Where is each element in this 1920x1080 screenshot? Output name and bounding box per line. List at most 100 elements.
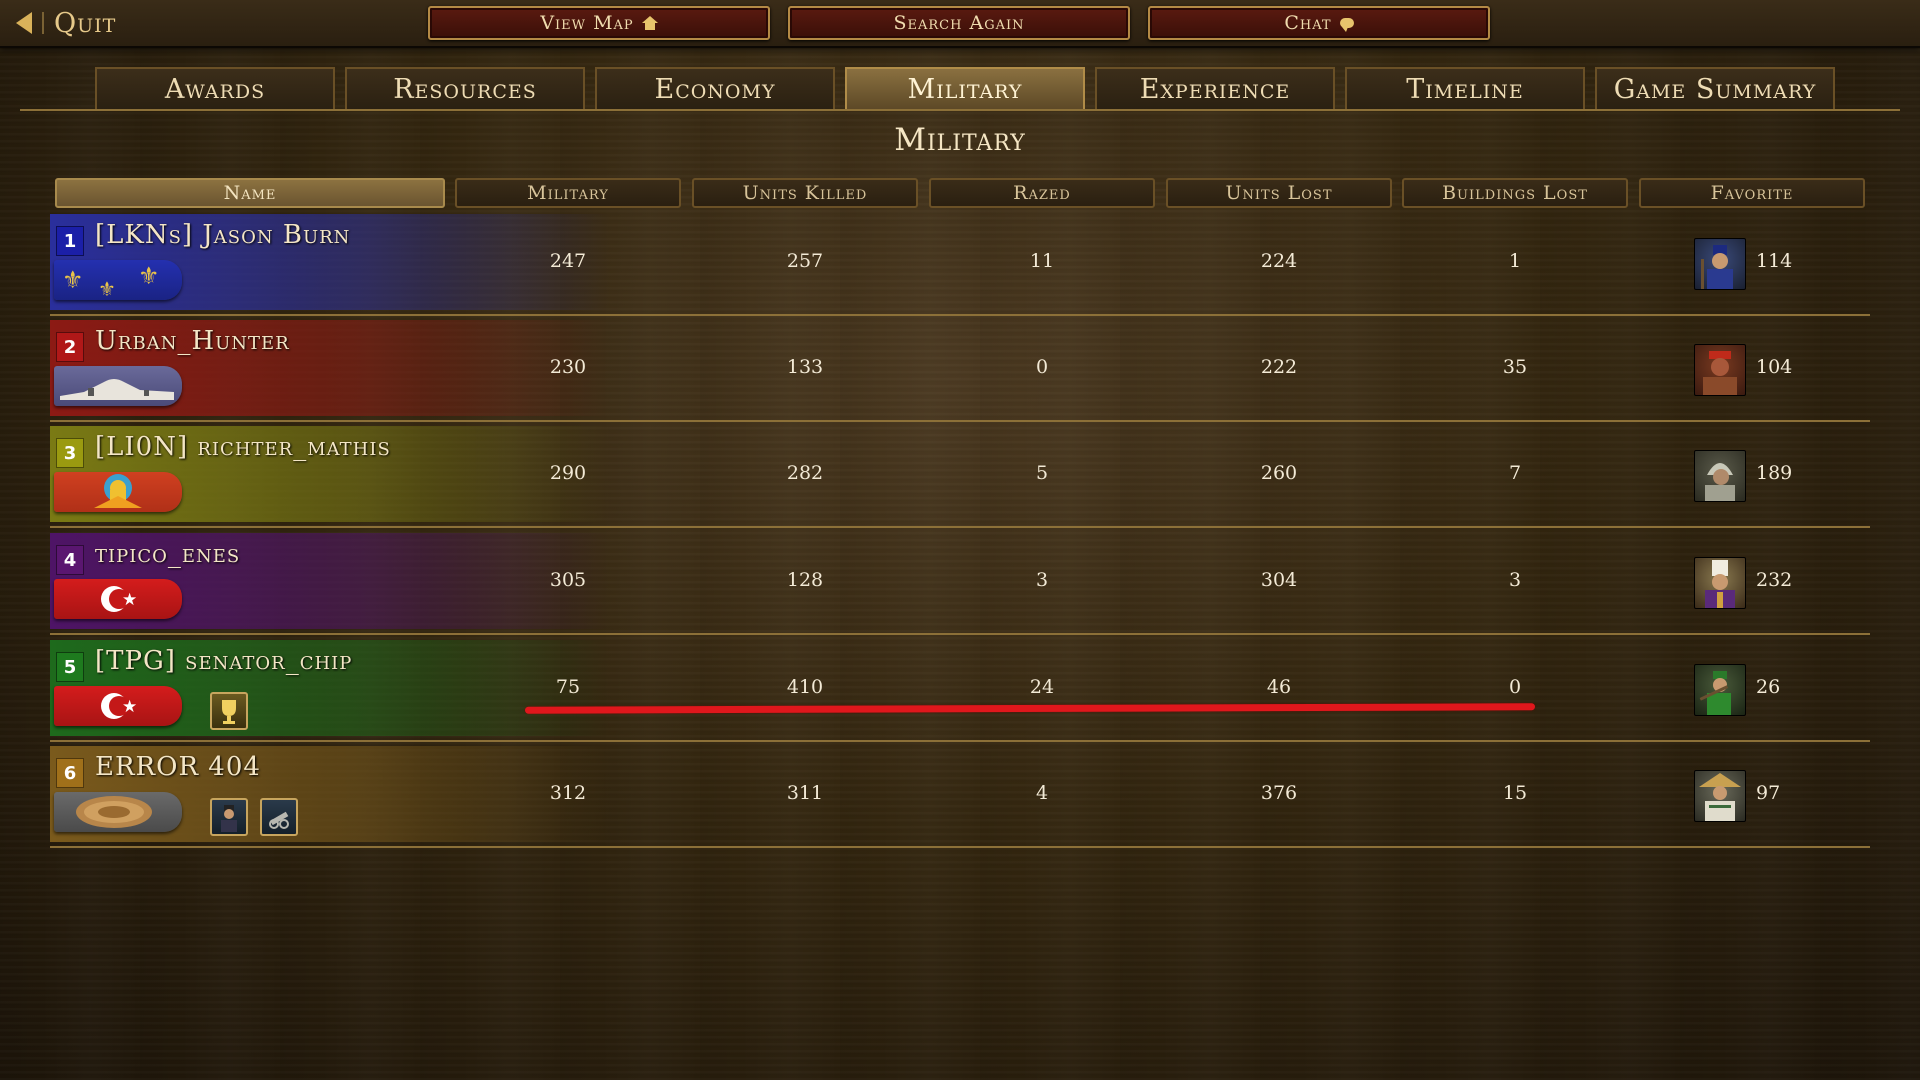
rank-badge: 1: [56, 226, 84, 256]
cannon-icon[interactable]: [260, 798, 298, 836]
player-name: [TPG] senator_chip: [95, 646, 353, 676]
military-score: 290: [549, 462, 587, 484]
favorite-count: 232: [1756, 569, 1793, 591]
svg-text:⚜: ⚜: [62, 266, 84, 294]
favorite-count: 26: [1756, 676, 1781, 698]
quit-label: Quit: [54, 7, 117, 39]
table-row[interactable]: 5 [TPG] senator_chip ★ 75 410 24 46 0 26: [50, 636, 1870, 742]
buildings-lost: 35: [1502, 356, 1528, 378]
conical-hat-soldier-portrait-icon: [1694, 770, 1746, 822]
tab-economy[interactable]: Economy: [595, 67, 835, 110]
header-razed[interactable]: Razed: [929, 178, 1155, 208]
sun-emblem-flag-icon: [54, 472, 182, 512]
chat-button[interactable]: Chat: [1148, 6, 1490, 40]
rank-badge: 5: [56, 652, 84, 682]
svg-text:★: ★: [122, 590, 137, 610]
top-bar: Quit View Map Search Again Chat: [0, 0, 1920, 48]
trophy-icon[interactable]: [210, 692, 248, 730]
tab-experience[interactable]: Experience: [1095, 67, 1335, 110]
military-score: 75: [555, 676, 581, 698]
military-score: 247: [549, 250, 587, 272]
units-lost: 304: [1260, 569, 1298, 591]
tab-military[interactable]: Military: [845, 67, 1085, 110]
quit-button[interactable]: Quit: [16, 6, 116, 40]
rank-badge: 2: [56, 332, 84, 362]
units-lost: 224: [1260, 250, 1298, 272]
janissary-portrait-icon: [1694, 557, 1746, 609]
fleur-de-lis-flag-icon: ⚜ ⚜ ⚜: [54, 260, 182, 300]
crescent-star-flag-icon: ★: [54, 686, 182, 726]
tab-resources[interactable]: Resources: [345, 67, 585, 110]
tab-timeline[interactable]: Timeline: [1345, 67, 1585, 110]
units-lost: 376: [1260, 782, 1298, 804]
military-score: 305: [549, 569, 587, 591]
player-name: Urban_Hunter: [95, 326, 290, 356]
table-row[interactable]: 4 tipico_enes ★ 305 128 3 304 3 232: [50, 529, 1870, 635]
armored-soldier-portrait-icon: [1694, 450, 1746, 502]
tab-awards[interactable]: Awards: [95, 67, 335, 110]
chat-bubble-icon: [1339, 18, 1354, 32]
tab-bar: Awards Resources Economy Military Experi…: [95, 67, 1835, 110]
units-killed: 257: [786, 250, 824, 272]
chat-label: Chat: [1284, 12, 1332, 34]
tab-game-summary[interactable]: Game Summary: [1595, 67, 1835, 110]
razed: 3: [1035, 569, 1049, 591]
officer-portrait-icon[interactable]: [210, 798, 248, 836]
page-title: Military: [894, 122, 1026, 158]
player-name: [LKNs] Jason Burn: [95, 220, 351, 250]
buildings-lost: 1: [1508, 250, 1522, 272]
ornate-shield-flag-icon: [54, 792, 182, 832]
tab-underline: [20, 109, 1900, 111]
table-row[interactable]: 1 [LKNs] Jason Burn ⚜ ⚜ ⚜ 247 257 11 224 1…: [50, 210, 1870, 316]
rank-badge: 3: [56, 438, 84, 468]
razed: 5: [1035, 462, 1049, 484]
view-map-label: View Map: [540, 12, 634, 34]
green-rifleman-portrait-icon: [1694, 664, 1746, 716]
razed: 24: [1029, 676, 1055, 698]
units-killed: 410: [786, 676, 824, 698]
header-military[interactable]: Military: [455, 178, 681, 208]
crescent-star-flag-icon: ★: [54, 579, 182, 619]
buildings-lost: 7: [1508, 462, 1522, 484]
view-map-button[interactable]: View Map: [428, 6, 770, 40]
header-units-lost[interactable]: Units Lost: [1166, 178, 1392, 208]
warrior-portrait-icon: [1694, 344, 1746, 396]
header-favorite[interactable]: Favorite: [1639, 178, 1865, 208]
table-row[interactable]: 6 ERROR 404 312 311 4 376 15 97: [50, 742, 1870, 848]
svg-text:⚜: ⚜: [98, 277, 116, 300]
buildings-lost: 3: [1508, 569, 1522, 591]
svg-text:★: ★: [122, 697, 137, 717]
razed: 4: [1035, 782, 1049, 804]
favorite-count: 114: [1756, 250, 1793, 272]
back-arrow-icon: [16, 12, 32, 34]
buildings-lost: 0: [1508, 676, 1522, 698]
units-lost: 222: [1260, 356, 1298, 378]
desert-fortress-flag-icon: [54, 366, 182, 406]
table-row[interactable]: 2 Urban_Hunter 230 133 0 222 35 104: [50, 316, 1870, 422]
musketeer-portrait-icon: [1694, 238, 1746, 290]
row-divider: [50, 846, 1870, 848]
units-lost: 260: [1260, 462, 1298, 484]
units-killed: 133: [786, 356, 824, 378]
header-buildings-lost[interactable]: Buildings Lost: [1402, 178, 1628, 208]
military-score: 230: [549, 356, 587, 378]
favorite-count: 189: [1756, 462, 1793, 484]
units-killed: 282: [786, 462, 824, 484]
units-lost: 46: [1266, 676, 1292, 698]
player-name: [LI0N] richter_mathis: [95, 432, 391, 462]
house-icon: [641, 16, 658, 30]
search-again-button[interactable]: Search Again: [788, 6, 1130, 40]
svg-text:⚜: ⚜: [138, 262, 160, 290]
buildings-lost: 15: [1502, 782, 1528, 804]
row-divider: [50, 633, 1870, 635]
units-killed: 128: [786, 569, 824, 591]
header-units-killed[interactable]: Units Killed: [692, 178, 918, 208]
razed: 11: [1029, 250, 1055, 272]
table-row[interactable]: 3 [LI0N] richter_mathis 290 282 5 260 7 …: [50, 422, 1870, 528]
row-divider: [50, 526, 1870, 528]
rank-badge: 6: [56, 758, 84, 788]
header-name[interactable]: Name: [55, 178, 445, 208]
razed: 0: [1035, 356, 1049, 378]
divider: [42, 12, 44, 34]
search-again-label: Search Again: [893, 12, 1025, 34]
